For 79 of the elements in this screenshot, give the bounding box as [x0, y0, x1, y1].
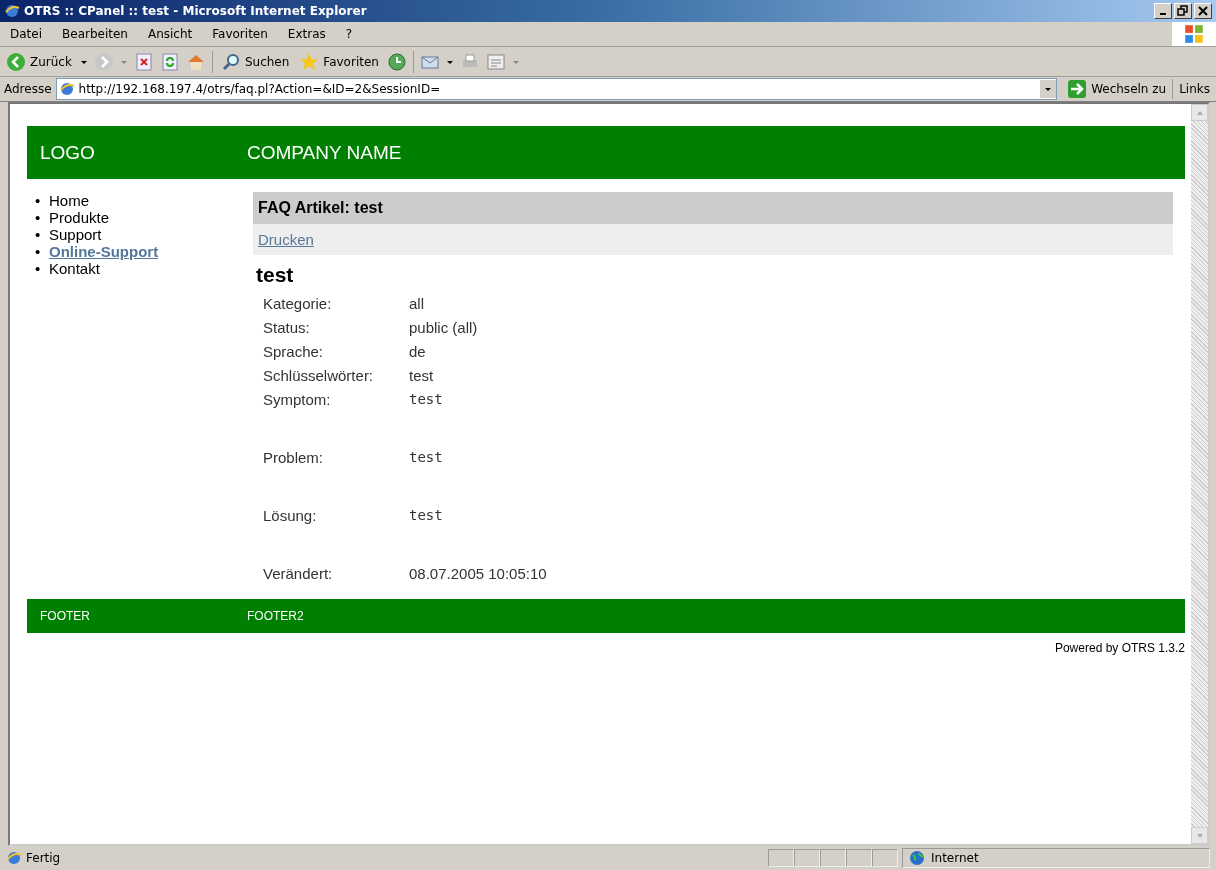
- list-bullet: •: [35, 226, 42, 243]
- status-text: Fertig: [26, 851, 62, 865]
- print-link[interactable]: Drucken: [258, 231, 314, 248]
- company-name: COMPANY NAME: [247, 141, 402, 164]
- powered-by-text: Powered by OTRS 1.3.2: [1053, 640, 1185, 657]
- field-value: all: [409, 294, 424, 312]
- back-button[interactable]: Zurück: [4, 51, 74, 72]
- restore-button[interactable]: [1174, 3, 1192, 19]
- address-label: Adresse: [4, 82, 52, 96]
- footer-text: FOOTER: [39, 609, 91, 623]
- nav-item[interactable]: Support: [49, 226, 102, 243]
- status-panel: [872, 849, 898, 867]
- edit-icon[interactable]: [485, 51, 506, 72]
- page-icon: [58, 81, 75, 97]
- scroll-down-button[interactable]: [1191, 827, 1208, 844]
- down-arrow-icon: [1195, 831, 1204, 840]
- refresh-icon[interactable]: [159, 51, 180, 72]
- field-label: Problem:: [263, 449, 325, 466]
- menu-item[interactable]: ?: [345, 27, 353, 41]
- stop-icon[interactable]: [133, 51, 154, 72]
- status-panel: [820, 849, 846, 867]
- menu-item[interactable]: Datei: [10, 27, 42, 41]
- article-title: test: [255, 262, 295, 287]
- links-button[interactable]: Links: [1177, 82, 1212, 96]
- logo-text: LOGO: [39, 141, 96, 164]
- field-label: Lösung:: [263, 507, 318, 524]
- search-icon: [220, 51, 241, 72]
- field-value: test: [409, 366, 434, 384]
- search-button[interactable]: Suchen: [218, 51, 292, 72]
- list-bullet: •: [35, 243, 42, 260]
- close-icon: [1197, 5, 1209, 17]
- star-icon: [299, 51, 320, 72]
- go-button[interactable]: Wechseln zu: [1061, 79, 1174, 99]
- field-value: 08.07.2005 10:05:10: [409, 564, 547, 582]
- dropdown-button[interactable]: [1040, 80, 1057, 98]
- page-icon: [6, 850, 22, 866]
- close-button[interactable]: [1194, 3, 1212, 19]
- field-label: Sprache:: [263, 342, 325, 360]
- field-value: public (all): [409, 318, 478, 336]
- menu-item[interactable]: Favoriten: [212, 27, 268, 41]
- caret-icon: [1044, 85, 1053, 93]
- field-value: test: [409, 391, 443, 407]
- field-value: test: [409, 449, 443, 465]
- menu-item[interactable]: Extras: [287, 27, 326, 41]
- article-heading: FAQ Artikel: test: [253, 192, 1173, 224]
- menu-item[interactable]: Ansicht: [147, 27, 193, 41]
- minimize-icon: [1160, 13, 1166, 15]
- windows-logo: [1172, 22, 1216, 46]
- footer-text: FOOTER2: [247, 609, 304, 623]
- scroll-up-button[interactable]: [1191, 104, 1208, 121]
- window-title: OTRS :: CPanel :: test - Microsoft Internet Explorer: [24, 4, 368, 18]
- forward-icon[interactable]: [93, 51, 114, 72]
- nav-item[interactable]: Kontakt: [49, 260, 100, 277]
- field-value: test: [409, 507, 443, 523]
- list-bullet: •: [35, 192, 42, 209]
- field-label: Schlüsselwörter:: [263, 366, 375, 384]
- status-panel: [768, 849, 794, 867]
- nav-item[interactable]: Home: [49, 192, 89, 209]
- status-panel: [794, 849, 820, 867]
- minimize-button[interactable]: [1154, 3, 1172, 19]
- field-label: Kategorie:: [263, 294, 333, 312]
- menu-item[interactable]: Bearbeiten: [62, 27, 128, 41]
- zone-text: Internet: [931, 851, 979, 865]
- list-bullet: •: [35, 260, 42, 277]
- browser-icon: [4, 3, 20, 19]
- history-icon[interactable]: [386, 51, 407, 72]
- favorites-button[interactable]: Favoriten: [297, 51, 381, 72]
- scrollbar[interactable]: [1191, 104, 1208, 844]
- status-panel: [846, 849, 872, 867]
- list-bullet: •: [35, 209, 42, 226]
- nav-item[interactable]: Produkte: [49, 209, 110, 226]
- restore-icon: [1177, 5, 1189, 17]
- globe-icon: [909, 850, 925, 866]
- nav-item[interactable]: Online-Support: [49, 243, 159, 260]
- field-label: Verändert:: [263, 564, 334, 582]
- address-field[interactable]: http://192.168.197.4/otrs/faq.pl?Action=&ID=2&SessionID=: [55, 78, 1058, 100]
- field-label: Status:: [263, 318, 311, 336]
- field-label: Symptom:: [263, 391, 332, 408]
- field-value: de: [409, 342, 426, 360]
